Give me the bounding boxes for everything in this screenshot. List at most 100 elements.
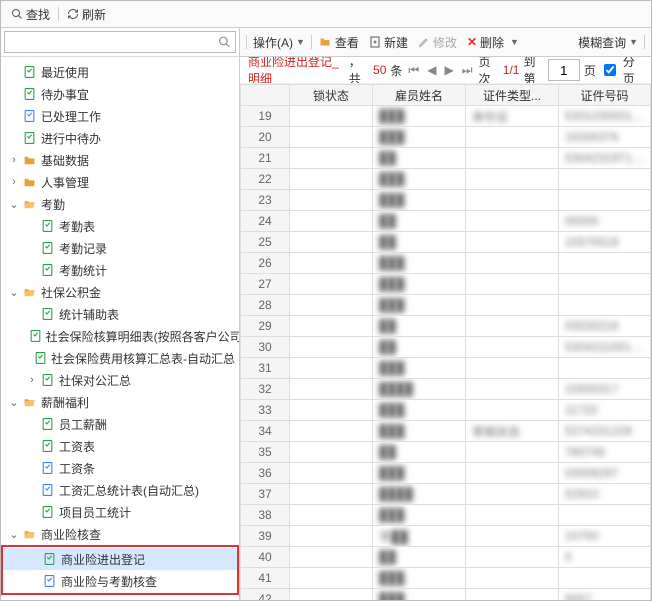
tree-item[interactable]: ·项目员工统计 <box>1 501 239 523</box>
row-number: 21 <box>241 148 290 169</box>
expand-icon[interactable]: › <box>7 154 21 166</box>
tree-item[interactable]: ⌄ 商业险核查 <box>1 523 239 545</box>
table-row[interactable]: 20███10200376 <box>241 127 651 148</box>
tree-item[interactable]: ·考勤记录 <box>1 237 239 259</box>
tree-item-label: 商业险核查 <box>41 526 101 543</box>
tree-item[interactable]: ·最近使用 <box>1 61 239 83</box>
table-row[interactable]: 25██10570519 <box>241 232 651 253</box>
tree-item[interactable]: ·进行中待办 <box>1 127 239 149</box>
cell: 780748 <box>559 442 651 463</box>
expand-icon[interactable]: › <box>25 374 39 386</box>
cell <box>559 169 651 190</box>
cell: 0 <box>559 547 651 568</box>
folder-icon <box>21 174 37 190</box>
tree-item[interactable]: ·商业险与考勤核查 <box>3 570 237 592</box>
cell <box>290 337 373 358</box>
fuzzy-search-button[interactable]: 模糊查询 ▼ <box>574 32 642 53</box>
cell <box>559 295 651 316</box>
cell <box>290 505 373 526</box>
collapse-icon[interactable]: ⌄ <box>7 286 21 299</box>
data-table: 锁状态雇员姓名证件类型...证件号码 19███身份证5301230001017… <box>240 84 651 600</box>
page-prev[interactable]: ◀ <box>425 63 438 77</box>
table-row[interactable]: 37████52910 <box>241 484 651 505</box>
tree-item[interactable]: ·商业险进出登记 <box>3 548 237 570</box>
cell <box>466 190 559 211</box>
tree-item[interactable]: ·员工薪酬 <box>1 413 239 435</box>
tree-item[interactable]: ·社会保险费用核算汇总表-自动汇总 <box>1 347 239 369</box>
refresh-button[interactable]: 刷新 <box>63 6 110 23</box>
table-row[interactable]: 41███ <box>241 568 651 589</box>
chevron-down-icon[interactable]: ▼ <box>510 37 519 47</box>
table-row[interactable]: 19███身份证53012300010174729 <box>241 106 651 127</box>
table-row[interactable]: 39李██10700 <box>241 526 651 547</box>
tree-item[interactable]: ·社会保险核算明细表(按照各客户公司分表-手工维 <box>1 325 239 347</box>
column-header[interactable]: 证件号码 <box>559 85 651 106</box>
page-last[interactable]: ⏭ <box>460 63 475 78</box>
cell <box>466 358 559 379</box>
table-row[interactable]: 42███8057 <box>241 589 651 601</box>
table-row[interactable]: 21██53042319710512141 <box>241 148 651 169</box>
tree-item[interactable]: ·工资汇总统计表(自动汇总) <box>1 479 239 501</box>
tree-item[interactable]: ·统计辅助表 <box>1 303 239 325</box>
column-header[interactable]: 雇员姓名 <box>373 85 466 106</box>
table-row[interactable]: 22███ <box>241 169 651 190</box>
table-row[interactable]: 29██03030216 <box>241 316 651 337</box>
collapse-icon[interactable]: ⌄ <box>7 528 21 541</box>
page-first[interactable]: ⏮ <box>406 63 421 78</box>
column-header[interactable]: 锁状态 <box>290 85 373 106</box>
action-menu[interactable]: 操作(A) ▼ <box>249 32 309 53</box>
table-row[interactable]: 38███ <box>241 505 651 526</box>
delete-button[interactable]: ✕ 删除 <box>463 32 508 53</box>
table-row[interactable]: 24██05000 <box>241 211 651 232</box>
tree-item[interactable]: ›社保对公汇总 <box>1 369 239 391</box>
page-next[interactable]: ▶ <box>442 63 455 77</box>
table-row[interactable]: 30██53042110010120365 <box>241 337 651 358</box>
table-row[interactable]: 36███03008297 <box>241 463 651 484</box>
tree-item[interactable]: ›人事管理 <box>1 171 239 193</box>
table-row[interactable]: 34███草稿状态5274151228 <box>241 421 651 442</box>
tree-item[interactable]: ⌄ 社保公积金 <box>1 281 239 303</box>
tree-item-label: 商业险进出登记 <box>61 551 145 568</box>
cell <box>466 547 559 568</box>
view-button[interactable]: 查看 <box>314 32 363 53</box>
table-row[interactable]: 23███ <box>241 190 651 211</box>
table-row[interactable]: 27███ <box>241 274 651 295</box>
cell: ███ <box>373 274 466 295</box>
tree-item[interactable]: ·已处理工作 <box>1 105 239 127</box>
collapse-icon[interactable]: ⌄ <box>7 396 21 409</box>
tree-item[interactable]: ·待办事宜 <box>1 83 239 105</box>
page-unit: 页 <box>584 62 596 79</box>
tree-item[interactable]: ⌄薪酬福利 <box>1 391 239 413</box>
table-row[interactable]: 35██780748 <box>241 442 651 463</box>
goto-page-input[interactable] <box>548 59 580 81</box>
expand-icon[interactable]: › <box>7 176 21 188</box>
new-button[interactable]: 新建 <box>365 32 412 53</box>
column-header[interactable]: 证件类型... <box>466 85 559 106</box>
row-number: 24 <box>241 211 290 232</box>
tree-item[interactable]: ·工资表 <box>1 435 239 457</box>
tree-item[interactable]: ›公告管理 <box>1 595 239 600</box>
tree-item[interactable]: ›基础数据 <box>1 149 239 171</box>
cell <box>290 127 373 148</box>
row-number: 41 <box>241 568 290 589</box>
tree-item[interactable]: ·考勤表 <box>1 215 239 237</box>
paging-checkbox[interactable] <box>604 64 616 76</box>
tree-item-label: 社保公积金 <box>41 284 101 301</box>
row-number: 22 <box>241 169 290 190</box>
search-icon[interactable] <box>218 36 231 49</box>
search-input[interactable] <box>4 31 236 53</box>
edit-button[interactable]: 修改 <box>414 32 461 53</box>
cell: ██ <box>373 211 466 232</box>
tree-item[interactable]: ⌄考勤 <box>1 193 239 215</box>
table-row[interactable]: 28███ <box>241 295 651 316</box>
find-button[interactable]: 查找 <box>7 6 54 23</box>
tree-item[interactable]: ·考勤统计 <box>1 259 239 281</box>
tree-item-label: 统计辅助表 <box>59 306 119 323</box>
table-row[interactable]: 32████10500317 <box>241 379 651 400</box>
tree-item[interactable]: ·工资条 <box>1 457 239 479</box>
table-row[interactable]: 26███ <box>241 253 651 274</box>
table-row[interactable]: 31███ <box>241 358 651 379</box>
table-row[interactable]: 33███11720 <box>241 400 651 421</box>
table-row[interactable]: 40██0 <box>241 547 651 568</box>
collapse-icon[interactable]: ⌄ <box>7 198 21 211</box>
